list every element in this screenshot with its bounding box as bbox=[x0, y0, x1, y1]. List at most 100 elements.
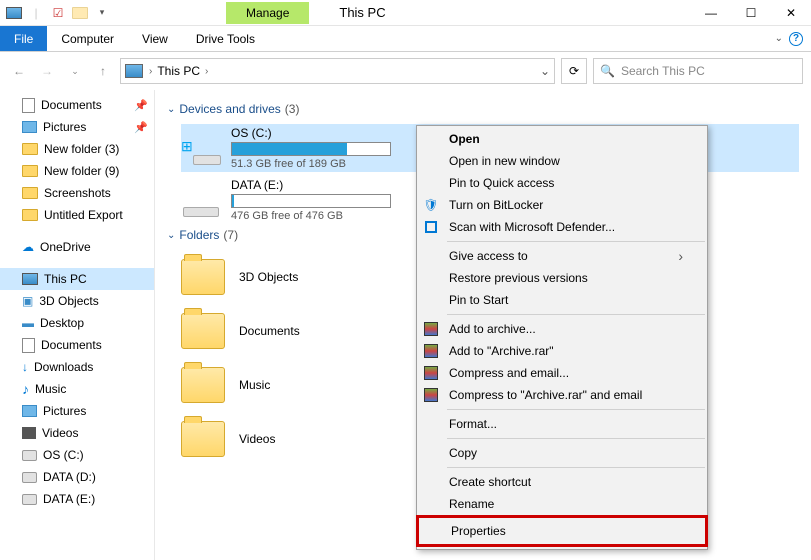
help-icon[interactable]: ? bbox=[789, 32, 803, 46]
tree-label: Documents bbox=[41, 98, 102, 112]
tree-item-screenshots[interactable]: Screenshots bbox=[0, 182, 154, 204]
ctx-rename[interactable]: Rename bbox=[417, 493, 707, 515]
ribbon-expand-icon[interactable]: ⌄ bbox=[775, 33, 783, 44]
chevron-down-icon: ⌄ bbox=[167, 230, 175, 241]
drive-usage-bar bbox=[231, 142, 391, 156]
video-icon bbox=[22, 427, 36, 439]
ctx-create-shortcut[interactable]: Create shortcut bbox=[417, 471, 707, 493]
ctx-copy[interactable]: Copy bbox=[417, 442, 707, 464]
properties-qat-icon[interactable]: ☑ bbox=[48, 3, 68, 23]
doc-icon bbox=[22, 98, 35, 113]
tree-item-documents[interactable]: Documents bbox=[0, 334, 154, 356]
tree-label: OS (C:) bbox=[43, 448, 84, 462]
manage-contextual-tab[interactable]: Manage bbox=[226, 2, 309, 24]
chevron-down-icon: ⌄ bbox=[167, 104, 175, 115]
up-button[interactable]: ↑ bbox=[92, 60, 114, 82]
breadcrumb-this-pc[interactable]: This PC bbox=[154, 64, 203, 78]
tree-item-pictures[interactable]: Pictures bbox=[0, 400, 154, 422]
search-icon: 🔍 bbox=[600, 64, 615, 78]
tree-label: Documents bbox=[41, 338, 102, 352]
drive-name: DATA (E:) bbox=[231, 178, 421, 192]
tree-item-data-d-[interactable]: DATA (D:) bbox=[0, 466, 154, 488]
context-menu: Open Open in new window Pin to Quick acc… bbox=[416, 125, 708, 550]
tab-drive-tools[interactable]: Drive Tools bbox=[182, 26, 269, 51]
title-bar: | ☑ ▾ Manage This PC — ☐ ✕ bbox=[0, 0, 811, 26]
tree-label: Videos bbox=[42, 426, 78, 440]
ribbon-tabs: File Computer View Drive Tools ⌄ ? bbox=[0, 26, 811, 52]
ctx-pin-to-start[interactable]: Pin to Start bbox=[417, 289, 707, 311]
refresh-button[interactable]: ⟳ bbox=[561, 58, 587, 84]
tree-item-untitled-export[interactable]: Untitled Export bbox=[0, 204, 154, 226]
ctx-properties[interactable]: Properties bbox=[419, 518, 705, 544]
search-input[interactable]: 🔍 Search This PC bbox=[593, 58, 803, 84]
ctx-compress-email[interactable]: Compress and email... bbox=[417, 362, 707, 384]
disk-icon bbox=[22, 472, 37, 483]
tab-view[interactable]: View bbox=[128, 26, 182, 51]
tree-item-this-pc[interactable]: This PC bbox=[0, 268, 154, 290]
ctx-separator bbox=[447, 241, 705, 242]
drive-usage-bar bbox=[231, 194, 391, 208]
tree-label: Pictures bbox=[43, 120, 86, 134]
ctx-add-to-archive[interactable]: Add to archive... bbox=[417, 318, 707, 340]
back-button[interactable]: ← bbox=[8, 60, 30, 82]
window-title: This PC bbox=[339, 5, 385, 20]
tree-item-3d-objects[interactable]: ▣3D Objects bbox=[0, 290, 154, 312]
drive-free-text: 51.3 GB free of 189 GB bbox=[231, 158, 421, 170]
doc-icon bbox=[22, 338, 35, 353]
tree-item-data-e-[interactable]: DATA (E:) bbox=[0, 488, 154, 510]
explorer-icon[interactable] bbox=[4, 3, 24, 23]
crumb-chevron-icon[interactable]: › bbox=[203, 66, 210, 77]
tree-item-new-folder-9-[interactable]: New folder (9) bbox=[0, 160, 154, 182]
tree-item-downloads[interactable]: ↓ Downloads bbox=[0, 356, 154, 378]
ctx-defender-scan[interactable]: Scan with Microsoft Defender... bbox=[417, 216, 707, 238]
dl-icon: ↓ bbox=[22, 360, 28, 374]
ctx-bitlocker[interactable]: 🛡Turn on BitLocker bbox=[417, 194, 707, 216]
3d-icon: ▣ bbox=[22, 294, 33, 308]
recent-dropdown-icon[interactable]: ⌄ bbox=[64, 60, 86, 82]
tree-item-documents[interactable]: Documents 📌 bbox=[0, 94, 154, 116]
ctx-format[interactable]: Format... bbox=[417, 413, 707, 435]
tree-label: Downloads bbox=[34, 360, 93, 374]
folder-label: Documents bbox=[239, 324, 300, 338]
new-folder-qat-icon[interactable] bbox=[70, 3, 90, 23]
ctx-add-to-rar[interactable]: Add to "Archive.rar" bbox=[417, 340, 707, 362]
tree-item-onedrive[interactable]: ☁OneDrive bbox=[0, 236, 154, 258]
folder-icon bbox=[181, 421, 225, 457]
tree-item-new-folder-3-[interactable]: New folder (3) bbox=[0, 138, 154, 160]
ctx-open[interactable]: Open bbox=[417, 128, 707, 150]
group-devices-and-drives[interactable]: ⌄ Devices and drives (3) bbox=[167, 102, 799, 116]
pin-icon: 📌 bbox=[134, 99, 148, 112]
address-dropdown-icon[interactable]: ⌄ bbox=[540, 64, 550, 78]
navigation-tree[interactable]: Documents 📌 Pictures📌New folder (3)New fol… bbox=[0, 90, 155, 560]
forward-button[interactable]: → bbox=[36, 60, 58, 82]
tab-file[interactable]: File bbox=[0, 26, 47, 51]
tree-item-pictures[interactable]: Pictures📌 bbox=[0, 116, 154, 138]
tree-item-os-c-[interactable]: OS (C:) bbox=[0, 444, 154, 466]
qat-dropdown-icon[interactable]: ▾ bbox=[92, 3, 112, 23]
winrar-icon bbox=[423, 321, 439, 337]
tree-item-desktop[interactable]: ▬Desktop bbox=[0, 312, 154, 334]
ctx-pin-quick-access[interactable]: Pin to Quick access bbox=[417, 172, 707, 194]
maximize-button[interactable]: ☐ bbox=[731, 0, 771, 26]
tree-item-videos[interactable]: Videos bbox=[0, 422, 154, 444]
crumb-chevron-icon[interactable]: › bbox=[147, 66, 154, 77]
folder-icon bbox=[181, 313, 225, 349]
tab-computer[interactable]: Computer bbox=[47, 26, 128, 51]
ctx-compress-rar-email[interactable]: Compress to "Archive.rar" and email bbox=[417, 384, 707, 406]
minimize-button[interactable]: — bbox=[691, 0, 731, 26]
tree-label: OneDrive bbox=[40, 240, 91, 254]
folder-icon bbox=[181, 259, 225, 295]
ctx-restore-previous[interactable]: Restore previous versions bbox=[417, 267, 707, 289]
close-button[interactable]: ✕ bbox=[771, 0, 811, 26]
disk-icon bbox=[22, 450, 37, 461]
folder-label: 3D Objects bbox=[239, 270, 298, 284]
pic-icon bbox=[22, 405, 37, 417]
group-label: Folders bbox=[179, 228, 219, 242]
pc-icon bbox=[22, 273, 38, 285]
ctx-give-access-to[interactable]: Give access to› bbox=[417, 245, 707, 267]
address-bar[interactable]: › This PC › ⌄ bbox=[120, 58, 555, 84]
defender-icon bbox=[423, 219, 439, 235]
tree-item-music[interactable]: ♪Music bbox=[0, 378, 154, 400]
winrar-icon bbox=[423, 343, 439, 359]
ctx-open-new-window[interactable]: Open in new window bbox=[417, 150, 707, 172]
